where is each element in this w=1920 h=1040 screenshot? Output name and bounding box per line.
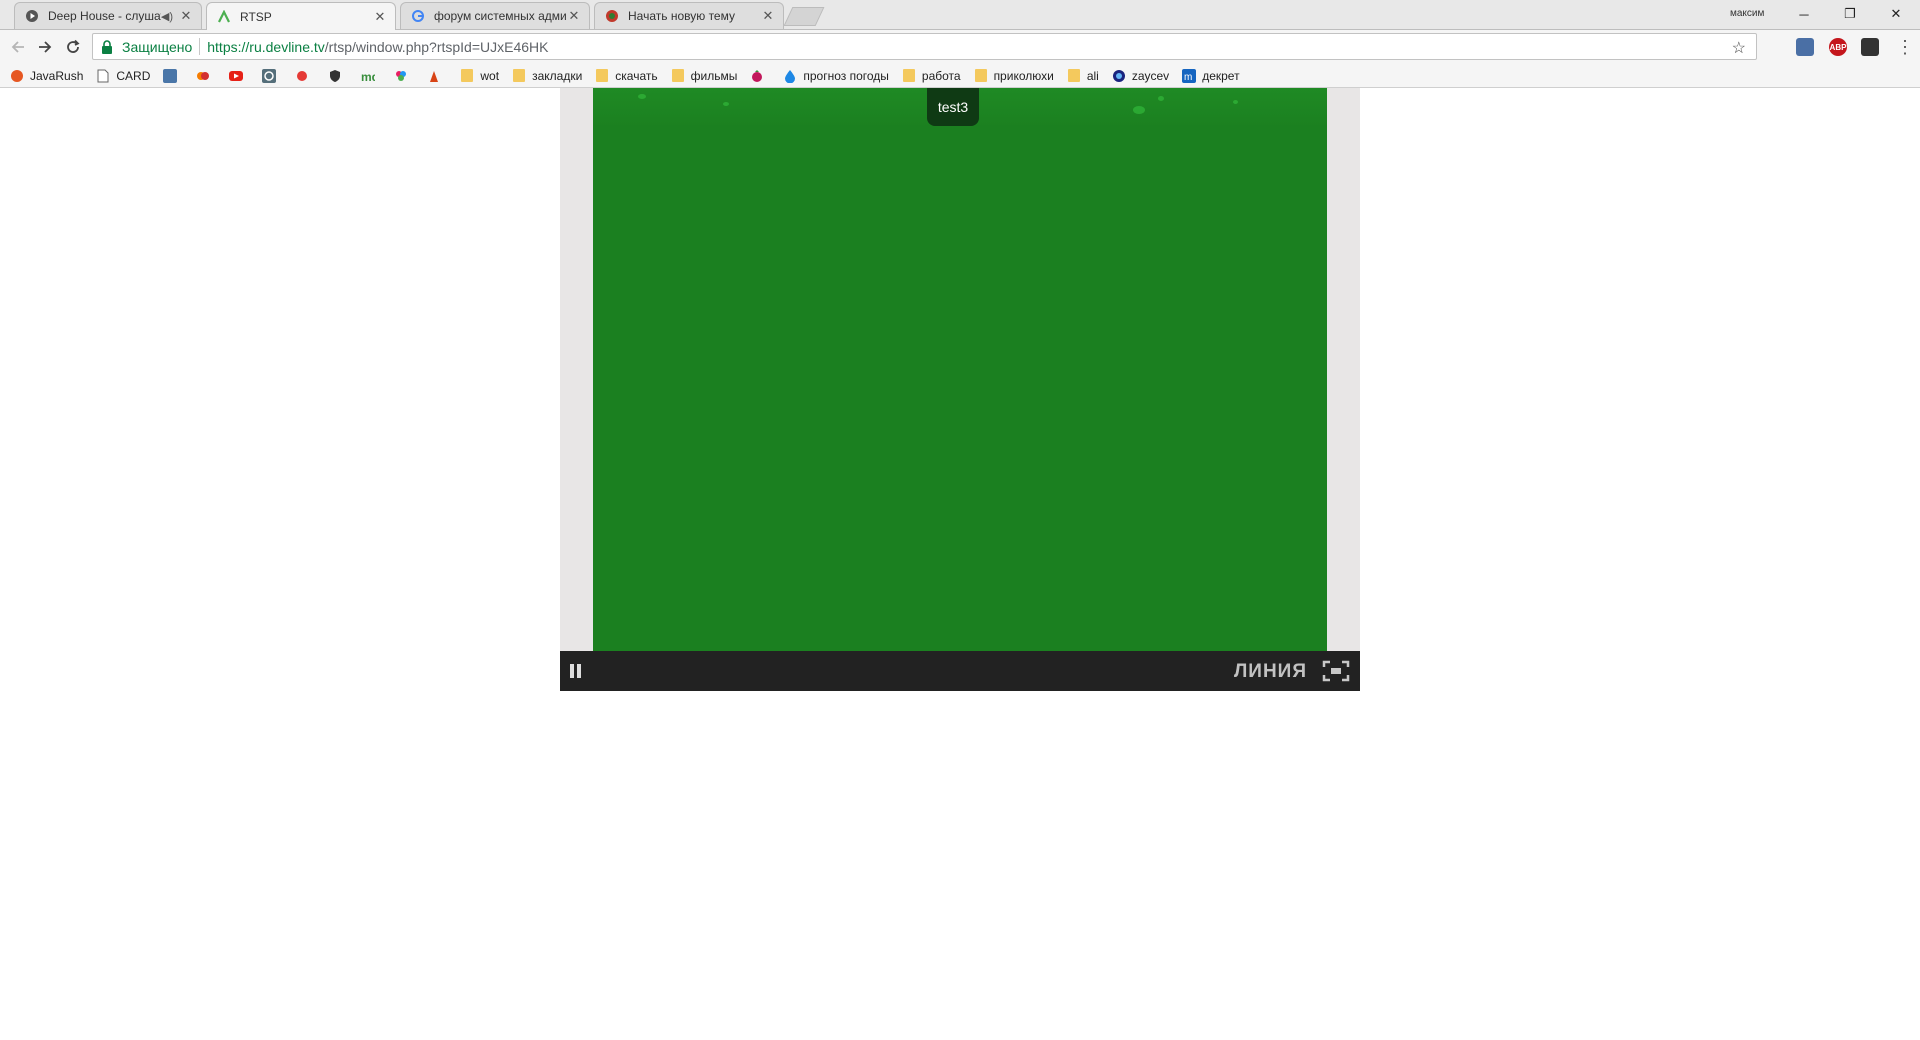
drop-icon <box>783 69 797 83</box>
bookmark-weather[interactable]: прогноз погоды <box>783 69 889 83</box>
bookmark-zakladki[interactable]: закладки <box>512 69 582 83</box>
bookmark-filmy[interactable]: фильмы <box>671 69 737 83</box>
javarush-icon <box>10 69 24 83</box>
bookmark-vk[interactable] <box>163 68 183 83</box>
video-player: test3 ЛИНИЯ <box>560 88 1360 691</box>
folder-icon <box>974 69 988 83</box>
tab-title: форум системных адми <box>434 9 567 23</box>
close-tab-icon[interactable]: ✕ <box>567 9 581 23</box>
folder-icon <box>460 69 474 83</box>
devline-logo-icon <box>216 9 232 25</box>
brand-logo: ЛИНИЯ <box>1233 661 1307 682</box>
bookmark-ali[interactable]: ali <box>1067 69 1099 83</box>
new-tab-button[interactable] <box>783 7 825 26</box>
bookmark-skachat[interactable]: скачать <box>595 69 658 83</box>
bookmark-zaycev[interactable]: zaycev <box>1112 69 1169 83</box>
bookmark-shield[interactable] <box>328 69 348 83</box>
ghostery-icon[interactable] <box>1861 38 1879 56</box>
bookmark-card[interactable]: CARD <box>96 69 150 83</box>
video-artifact <box>1158 96 1164 101</box>
bookmark-javarush[interactable]: JavaRush <box>10 69 83 83</box>
forum-logo-icon <box>604 8 620 24</box>
video-artifact <box>1233 100 1238 104</box>
camera-label: test3 <box>927 88 979 126</box>
folder-icon <box>512 69 526 83</box>
tab-strip: Deep House - слушать ◀) ✕ RTSP ✕ форум с… <box>0 0 1920 30</box>
bookmark-red-dot[interactable] <box>295 69 315 83</box>
lock-icon[interactable] <box>101 39 115 54</box>
folder-icon <box>595 69 609 83</box>
tab-deep-house[interactable]: Deep House - слушать ◀) ✕ <box>14 2 202 29</box>
bookmark-star-icon[interactable]: ☆ <box>1732 38 1746 58</box>
folder-icon <box>902 69 916 83</box>
close-tab-icon[interactable]: ✕ <box>761 9 775 23</box>
tab-new-topic[interactable]: Начать новую тему ✕ <box>594 2 784 29</box>
video-stream[interactable]: test3 <box>593 88 1327 651</box>
bookmark-red-figure[interactable] <box>427 69 447 83</box>
forward-arrow-icon[interactable] <box>35 37 55 57</box>
tab-title: RTSP <box>240 9 272 24</box>
red-dot-icon <box>295 69 309 83</box>
bookmark-site-2[interactable] <box>262 68 282 83</box>
bookmark-md[interactable]: md <box>361 69 381 83</box>
fullscreen-icon[interactable] <box>1322 660 1350 682</box>
player-controls-bar: ЛИНИЯ <box>560 651 1360 691</box>
adblock-icon[interactable]: ABP <box>1829 38 1847 56</box>
bookmark-prikolyuhi[interactable]: приколюхи <box>974 69 1054 83</box>
shield-extension-icon[interactable] <box>1796 38 1814 56</box>
site-icon-1 <box>196 69 210 83</box>
url-text[interactable]: https://ru.devline.tv/rtsp/window.php?rt… <box>207 39 548 55</box>
colorful-icon <box>394 69 408 83</box>
video-artifact <box>638 94 646 99</box>
svg-text:md: md <box>361 70 375 83</box>
restore-button[interactable]: ❐ <box>1827 0 1873 28</box>
raspberry-icon <box>750 69 764 83</box>
folder-icon <box>671 69 685 83</box>
site-icon-2 <box>262 68 277 83</box>
bookmark-wot[interactable]: wot <box>460 69 499 83</box>
tab-title: Начать новую тему <box>628 9 735 23</box>
video-artifact <box>1133 106 1145 114</box>
youtube-icon <box>229 69 244 83</box>
shield-icon <box>328 69 342 83</box>
bookmark-rabota[interactable]: работа <box>902 69 961 83</box>
menu-dots-icon[interactable]: ⋮ <box>1896 37 1914 57</box>
dekret-icon: m <box>1182 68 1197 83</box>
bookmark-colorful[interactable] <box>394 69 414 83</box>
folder-icon <box>1067 69 1081 83</box>
minimize-button[interactable]: ─ <box>1781 0 1827 28</box>
svg-text:m: m <box>1184 72 1192 83</box>
security-label[interactable]: Защищено <box>122 39 192 55</box>
audio-playing-icon[interactable]: ◀) <box>161 10 173 23</box>
google-g-icon <box>410 8 426 24</box>
red-figure-icon <box>427 69 441 83</box>
zaycev-icon <box>1112 69 1126 83</box>
bookmark-raspberry[interactable] <box>750 69 770 83</box>
profile-name[interactable]: максим <box>1730 8 1764 19</box>
tab-rtsp[interactable]: RTSP ✕ <box>206 2 396 30</box>
bookmark-site-1[interactable] <box>196 69 216 83</box>
close-tab-icon[interactable]: ✕ <box>373 9 387 24</box>
page-icon <box>96 69 110 83</box>
reload-icon[interactable] <box>63 37 83 57</box>
close-tab-icon[interactable]: ✕ <box>179 9 193 23</box>
pause-icon[interactable] <box>570 664 582 678</box>
bookmark-youtube[interactable] <box>229 69 249 83</box>
video-artifact <box>723 102 729 106</box>
tab-forum-admin[interactable]: форум системных адми ✕ <box>400 2 590 29</box>
close-window-button[interactable]: ✕ <box>1873 0 1919 28</box>
address-bar[interactable]: Защищено https://ru.devline.tv/rtsp/wind… <box>92 33 1757 60</box>
play-circle-icon <box>24 8 40 24</box>
back-arrow-icon[interactable] <box>8 37 28 57</box>
bookmarks-bar: JavaRush CARD md wot закладки скачать фи… <box>0 64 1920 88</box>
vk-icon <box>163 68 178 83</box>
divider <box>199 38 201 55</box>
bookmark-dekret[interactable]: m декрет <box>1182 68 1240 83</box>
md-icon: md <box>361 69 375 83</box>
browser-toolbar: Защищено https://ru.devline.tv/rtsp/wind… <box>0 30 1920 64</box>
tab-title: Deep House - слушать <box>48 9 161 23</box>
